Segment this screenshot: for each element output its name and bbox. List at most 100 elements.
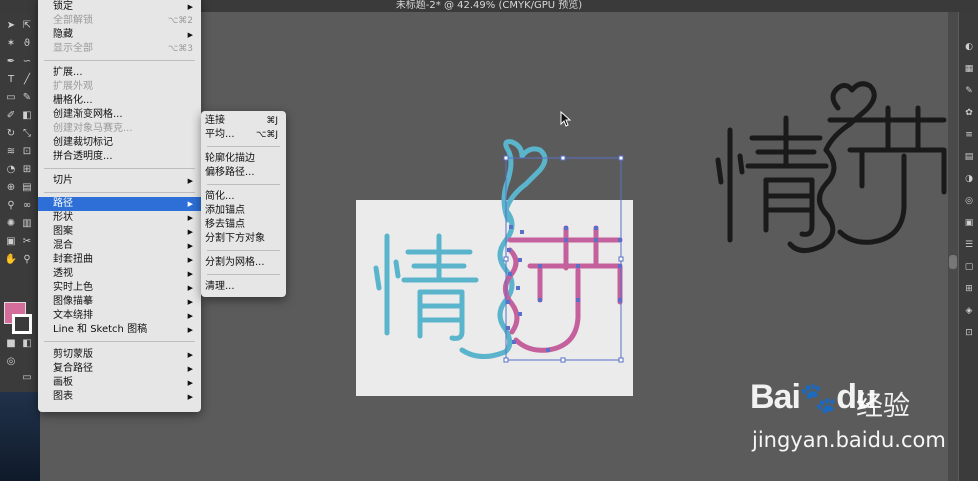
panel-symbols-icon[interactable]: ✿ bbox=[963, 108, 975, 118]
menu-item-lock[interactable]: 锁定 ▶ bbox=[38, 0, 201, 14]
eraser-tool-icon[interactable]: ◧ bbox=[20, 110, 34, 122]
panel-gradient-icon[interactable]: ▤ bbox=[963, 152, 975, 162]
blend-tool-icon[interactable]: ∞ bbox=[20, 200, 34, 212]
menu-item-rasterize[interactable]: 栅格化... bbox=[38, 94, 201, 108]
menu-item-live-paint[interactable]: 实时上色 ▶ bbox=[38, 281, 201, 295]
artboard-tool-icon[interactable]: ▣ bbox=[4, 236, 18, 248]
submenu-item-average[interactable]: 平均... ⌥⌘J bbox=[201, 128, 286, 142]
stroke-color-swatch[interactable] bbox=[12, 314, 32, 334]
panel-color-icon[interactable]: ◐ bbox=[963, 42, 975, 52]
menu-item-envelope-distort[interactable]: 封套扭曲 ▶ bbox=[38, 253, 201, 267]
panel-graphic-styles-icon[interactable]: ▣ bbox=[963, 218, 975, 228]
curvature-tool-icon[interactable]: ∽ bbox=[20, 56, 34, 68]
menu-item-create-gradient-mesh[interactable]: 创建渐变网格... bbox=[38, 108, 201, 122]
rotate-tool-icon[interactable]: ↻ bbox=[4, 128, 18, 140]
panel-artboards-icon[interactable]: ▢ bbox=[963, 262, 975, 272]
width-tool-icon[interactable]: ≋ bbox=[4, 146, 18, 158]
pencil-tool-icon[interactable]: ✐ bbox=[4, 110, 18, 122]
submenu-arrow-icon: ▶ bbox=[187, 256, 193, 264]
selection-tool-icon[interactable]: ➤ bbox=[4, 20, 18, 32]
menu-item-slice[interactable]: 切片 ▶ bbox=[38, 174, 201, 188]
logo-left-character bbox=[373, 233, 479, 341]
menu-item-unlock-all: 全部解锁 ⌥⌘2 bbox=[53, 15, 193, 26]
mouse-cursor-icon bbox=[560, 111, 572, 127]
menu-item-expand-appearance: 扩展外观 bbox=[53, 81, 93, 92]
direct-selection-tool-icon[interactable]: ⇱ bbox=[20, 20, 34, 32]
submenu-item-outline-stroke[interactable]: 轮廓化描边 bbox=[201, 152, 286, 166]
color-mode-icon[interactable]: ■ bbox=[4, 338, 18, 350]
menu-item-text-wrap[interactable]: 文本绕排 ▶ bbox=[38, 309, 201, 323]
eyedropper-tool-icon[interactable]: ⚲ bbox=[4, 200, 18, 212]
submenu-arrow-icon: ▶ bbox=[187, 214, 193, 222]
menu-separator bbox=[207, 146, 280, 147]
submenu-arrow-icon: ▶ bbox=[187, 200, 193, 208]
submenu-item-add-anchor-points[interactable]: 添加锚点 bbox=[201, 204, 286, 218]
submenu-arrow-icon: ▶ bbox=[187, 228, 193, 236]
shape-builder-tool-icon[interactable]: ◔ bbox=[4, 164, 18, 176]
menu-item-compound-path[interactable]: 复合路径 ▶ bbox=[38, 362, 201, 376]
submenu-item-join[interactable]: 连接 ⌘J bbox=[201, 114, 286, 128]
menu-item-perspective[interactable]: 透视 ▶ bbox=[38, 267, 201, 281]
rectangle-tool-icon[interactable]: ▭ bbox=[4, 92, 18, 104]
menu-item-path[interactable]: 路径 ▶ bbox=[38, 197, 201, 211]
hand-tool-icon[interactable]: ✋ bbox=[4, 254, 18, 266]
draw-mode-icon[interactable]: ◎ bbox=[4, 356, 18, 368]
panel-stroke-icon[interactable]: ≡ bbox=[963, 130, 975, 140]
panel-transparency-icon[interactable]: ◑ bbox=[963, 174, 975, 184]
free-transform-tool-icon[interactable]: ⊡ bbox=[20, 146, 34, 158]
type-tool-icon[interactable]: T bbox=[4, 74, 18, 86]
screen-mode-icon[interactable]: ▭ bbox=[20, 372, 34, 384]
gradient-tool-icon[interactable]: ▤ bbox=[20, 182, 34, 194]
scroll-thumb[interactable] bbox=[949, 255, 957, 269]
menu-item-flatten-transparency[interactable]: 拼合透明度... bbox=[38, 150, 201, 164]
submenu-arrow-icon: ▶ bbox=[187, 242, 193, 250]
magic-wand-tool-icon[interactable]: ✶ bbox=[4, 38, 18, 50]
pen-tool-icon[interactable]: ✒ bbox=[4, 56, 18, 68]
symbol-sprayer-tool-icon[interactable]: ✺ bbox=[4, 218, 18, 230]
submenu-item-offset-path[interactable]: 偏移路径... bbox=[201, 166, 286, 180]
menu-item-shape[interactable]: 形状 ▶ bbox=[38, 211, 201, 225]
zoom-tool-icon[interactable]: ⚲ bbox=[20, 254, 34, 266]
jingyan-logo-text: 经验 bbox=[856, 391, 910, 422]
menu-item-expand[interactable]: 扩展... bbox=[38, 66, 201, 80]
menu-item-graph[interactable]: 图表 ▶ bbox=[38, 390, 201, 404]
menu-item-hide[interactable]: 隐藏 ▶ bbox=[38, 28, 201, 42]
submenu-item-simplify[interactable]: 简化... bbox=[201, 190, 286, 204]
right-panel-dock: ◐ ▦ ✎ ✿ ≡ ▤ ◑ ◎ ▣ ☰ ▢ ⊞ ◈ ⊡ bbox=[959, 12, 978, 481]
menu-item-line-sketch-art[interactable]: Line 和 Sketch 图稿 ▶ bbox=[38, 323, 201, 337]
paintbrush-tool-icon[interactable]: ✎ bbox=[20, 92, 34, 104]
submenu-item-divide-objects-below[interactable]: 分割下方对象 bbox=[201, 232, 286, 246]
submenu-item-clean-up[interactable]: 清理... bbox=[201, 280, 286, 294]
panel-brushes-icon[interactable]: ✎ bbox=[963, 86, 975, 96]
logo-right-character bbox=[503, 225, 623, 353]
line-tool-icon[interactable]: ╱ bbox=[20, 74, 34, 86]
slice-tool-icon[interactable]: ✂ bbox=[20, 236, 34, 248]
gradient-mode-icon[interactable]: ◧ bbox=[20, 338, 34, 350]
panel-transform-icon[interactable]: ⊡ bbox=[963, 328, 975, 338]
menu-item-blend[interactable]: 混合 ▶ bbox=[38, 239, 201, 253]
menu-item-pattern[interactable]: 图案 ▶ bbox=[38, 225, 201, 239]
lasso-tool-icon[interactable]: ϑ bbox=[20, 38, 34, 50]
menu-item-create-object-mosaic: 创建对象马赛克... bbox=[53, 123, 133, 134]
column-graph-tool-icon[interactable]: ▥ bbox=[20, 218, 34, 230]
panel-layers-icon[interactable]: ☰ bbox=[963, 240, 975, 250]
panel-pathfinder-icon[interactable]: ◈ bbox=[963, 306, 975, 316]
desktop-background bbox=[0, 392, 40, 481]
menu-item-show-all: 显示全部 ⌥⌘3 bbox=[53, 43, 193, 54]
submenu-item-split-into-grid[interactable]: 分割为网格... bbox=[201, 256, 286, 270]
panel-swatches-icon[interactable]: ▦ bbox=[963, 64, 975, 74]
menu-item-clipping-mask[interactable]: 剪切蒙版 ▶ bbox=[38, 348, 201, 362]
submenu-arrow-icon: ▶ bbox=[187, 393, 193, 401]
submenu-arrow-icon: ▶ bbox=[187, 379, 193, 387]
panel-appearance-icon[interactable]: ◎ bbox=[963, 196, 975, 206]
mesh-tool-icon[interactable]: ⊕ bbox=[4, 182, 18, 194]
scale-tool-icon[interactable]: ⤡ bbox=[20, 128, 34, 140]
submenu-item-remove-anchor-points[interactable]: 移去锚点 bbox=[201, 218, 286, 232]
panel-align-icon[interactable]: ⊞ bbox=[963, 284, 975, 294]
perspective-grid-tool-icon[interactable]: ⊞ bbox=[20, 164, 34, 176]
menu-item-artboards[interactable]: 画板 ▶ bbox=[38, 376, 201, 390]
menu-separator bbox=[207, 274, 280, 275]
watermark-url: jingyan.baidu.com bbox=[752, 428, 946, 452]
menu-item-create-trim-marks[interactable]: 创建裁切标记 bbox=[38, 136, 201, 150]
menu-item-image-trace[interactable]: 图像描摹 ▶ bbox=[38, 295, 201, 309]
